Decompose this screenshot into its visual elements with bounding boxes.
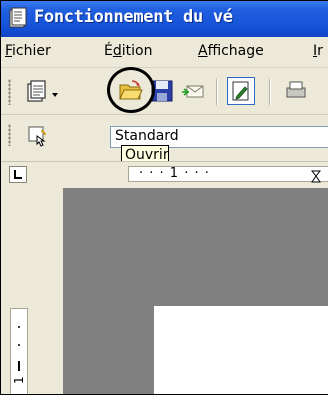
- tab-stop-icon[interactable]: [9, 166, 27, 183]
- styles-icon[interactable]: [26, 124, 52, 150]
- new-document-icon[interactable]: [24, 78, 50, 104]
- standard-toolbar: [1, 68, 328, 115]
- paragraph-style-value: Standard: [115, 128, 179, 144]
- email-icon[interactable]: [181, 78, 207, 104]
- svg-text:1: 1: [12, 376, 26, 384]
- highlight-circle: [107, 67, 155, 113]
- menu-bar: Fichier Édition Affichage Ir: [1, 37, 328, 68]
- menu-insertion[interactable]: Ir: [313, 43, 323, 59]
- toolbar-grip[interactable]: [8, 79, 11, 105]
- document-page[interactable]: [154, 306, 328, 394]
- dropdown-arrow-icon[interactable]: [51, 84, 59, 97]
- horizontal-ruler[interactable]: · · · 1 · · ·: [128, 166, 328, 183]
- menu-edition[interactable]: Édition: [104, 43, 152, 59]
- print-icon[interactable]: [283, 78, 309, 104]
- edit-file-icon[interactable]: [227, 77, 255, 105]
- toolbar-separator: [216, 79, 217, 105]
- toolbar-separator: [269, 79, 270, 105]
- ruler-marks: · · · 1 · · ·: [139, 166, 210, 181]
- application-window: Fonctionnement du vé Fichier Édition Aff…: [0, 0, 328, 395]
- menu-affichage[interactable]: Affichage: [198, 43, 264, 59]
- title-bar[interactable]: Fonctionnement du vé: [1, 1, 328, 37]
- toolbar-grip[interactable]: [8, 124, 11, 146]
- menu-fichier[interactable]: Fichier: [5, 43, 51, 59]
- vertical-ruler[interactable]: 1: [10, 308, 28, 394]
- app-icon: [8, 7, 28, 29]
- window-title: Fonctionnement du vé: [34, 7, 233, 27]
- indent-marker-icon[interactable]: [310, 168, 322, 187]
